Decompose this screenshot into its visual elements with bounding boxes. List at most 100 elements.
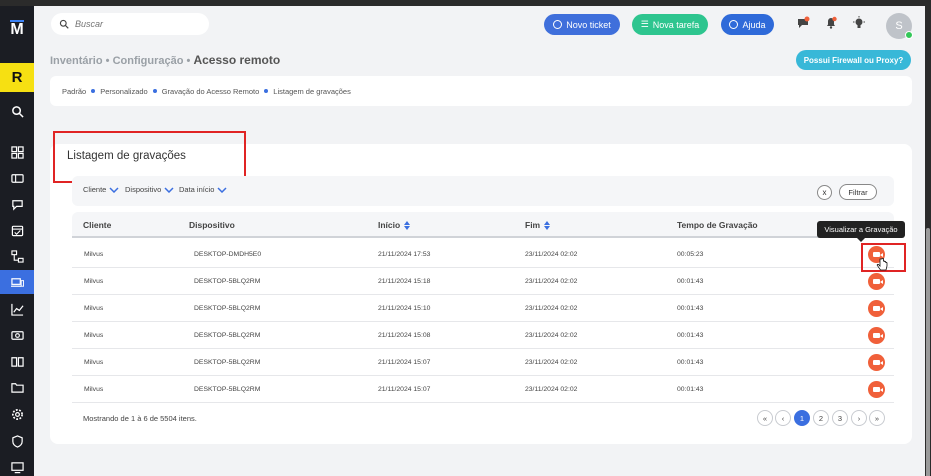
help-icon [729,20,739,29]
gear-icon [11,408,23,420]
pagination-info: Mostrando de 1 à 6 de 5504 itens. [83,414,197,423]
col-cliente: Cliente [83,220,111,230]
col-fim-label: Fim [525,220,541,230]
page-1-button[interactable]: 1 [794,410,810,426]
page-title: Acesso remoto [193,53,281,67]
breadcrumb-sep: • [105,55,110,67]
filter-data-inicio[interactable]: Data início [179,185,227,194]
cell-inicio: 21/11/2024 15:07 [378,359,431,366]
cell-inicio: 21/11/2024 15:10 [378,305,431,312]
scrollbar[interactable] [925,6,931,476]
cell-dispositivo: DESKTOP-5BLQ2RM [194,332,261,339]
col-fim[interactable]: Fim [525,220,551,230]
video-camera-icon [873,279,883,284]
filter-button[interactable]: Filtrar [839,184,877,200]
app-logo[interactable]: M [0,20,34,40]
tab-personalizado[interactable]: Personalizado [100,87,148,96]
sidebar-item-reports[interactable] [0,297,34,321]
money-icon [10,330,24,340]
workspace-badge[interactable]: R [0,63,34,92]
cell-dispositivo: DESKTOP-5BLQ2RM [194,278,261,285]
sidebar-item-dashboard[interactable] [0,140,34,164]
remote-icon [10,461,24,473]
video-camera-icon [873,306,883,311]
cell-fim: 23/11/2024 02:02 [525,251,578,258]
folder-icon [10,382,24,393]
bell-icon[interactable] [824,16,838,30]
page-3-button[interactable]: 3 [832,410,848,426]
sidebar-item-remote[interactable] [0,455,34,476]
clear-filters-button[interactable]: x [817,185,832,200]
cell-fim: 23/11/2024 02:02 [525,386,578,393]
cell-cliente: Milvus [84,332,104,339]
shield-icon [11,434,23,448]
firewall-proxy-button[interactable]: Possui Firewall ou Proxy? [796,50,911,70]
cell-inicio: 21/11/2024 17:53 [378,251,431,258]
sidebar-item-knowledge[interactable] [0,349,34,373]
sidebar-item-tickets[interactable] [0,166,34,190]
list-icon: ☰ [640,19,649,29]
page-last-button[interactable]: » [869,410,885,426]
filter-cliente[interactable]: Cliente [83,185,119,194]
page-prev-button[interactable]: ‹ [775,410,791,426]
search-icon [59,19,69,29]
tab-listagem[interactable]: Listagem de gravações [273,87,351,96]
sort-icon[interactable] [404,220,411,230]
sidebar-item-security[interactable] [0,429,34,453]
chevron-down-icon [164,186,174,193]
sidebar-item-finance[interactable] [0,323,34,347]
cell-dispositivo: DESKTOP-DMDH5E0 [194,251,262,258]
col-inicio[interactable]: Início [378,220,411,230]
cell-cliente: Milvus [84,359,104,366]
sidebar-item-search[interactable] [0,99,34,123]
user-avatar[interactable]: S [886,13,913,39]
new-task-button[interactable]: ☰ Nova tarefa [632,14,708,35]
search-input[interactable] [75,19,195,29]
filter-cliente-label: Cliente [83,185,107,194]
cell-tempo: 00:01:43 [677,332,704,339]
video-camera-icon [873,333,883,338]
sidebar-item-devices[interactable] [0,270,34,294]
page-2-button[interactable]: 2 [813,410,829,426]
messages-icon[interactable] [796,16,810,30]
calendar-icon [11,225,23,236]
sidebar: M R [0,6,34,476]
tab-gravacao[interactable]: Gravação do Acesso Remoto [162,87,260,96]
devices-icon [10,277,24,287]
cell-inicio: 21/11/2024 15:07 [378,386,431,393]
cell-dispositivo: DESKTOP-5BLQ2RM [194,386,261,393]
cell-cliente: Milvus [84,305,104,312]
view-recording-button[interactable] [868,381,885,398]
view-recording-button[interactable] [868,273,885,290]
chat-icon [11,199,23,211]
avatar-initial: S [895,20,903,32]
table-row: Milvus DESKTOP-5BLQ2RM 21/11/2024 15:10 … [72,295,894,322]
page-first-button[interactable]: « [757,410,773,426]
sidebar-item-chat[interactable] [0,192,34,216]
sort-icon[interactable] [544,220,551,230]
hand-cursor-icon [876,258,888,271]
table-row: Milvus DESKTOP-5BLQ2RM 21/11/2024 15:08 … [72,322,894,349]
breadcrumb-inventario[interactable]: Inventário [50,55,103,67]
sidebar-item-calendar[interactable] [0,218,34,242]
view-recording-button[interactable] [868,327,885,344]
view-recording-button[interactable] [868,300,885,317]
cell-dispositivo: DESKTOP-5BLQ2RM [194,359,261,366]
new-task-label: Nova tarefa [652,19,700,30]
breadcrumb-configuracao[interactable]: Configuração [113,55,184,67]
table-row: Milvus DESKTOP-DMDH5E0 21/11/2024 17:53 … [72,241,894,268]
sidebar-item-files[interactable] [0,375,34,399]
view-recording-button[interactable] [868,354,885,371]
new-ticket-button[interactable]: Novo ticket [544,14,620,35]
lightbulb-icon[interactable] [852,16,866,30]
col-inicio-label: Início [378,220,401,230]
tab-padrao[interactable]: Padrão [62,87,86,96]
help-button[interactable]: Ajuda [721,14,774,35]
filter-dispositivo[interactable]: Dispositivo [125,185,174,194]
sidebar-item-hierarchy[interactable] [0,244,34,268]
col-tempo-label: Tempo de Gravação [677,220,758,230]
scrollbar-thumb[interactable] [926,228,930,476]
search-bar[interactable] [51,13,209,35]
sidebar-item-settings[interactable] [0,402,34,426]
page-next-button[interactable]: › [851,410,867,426]
